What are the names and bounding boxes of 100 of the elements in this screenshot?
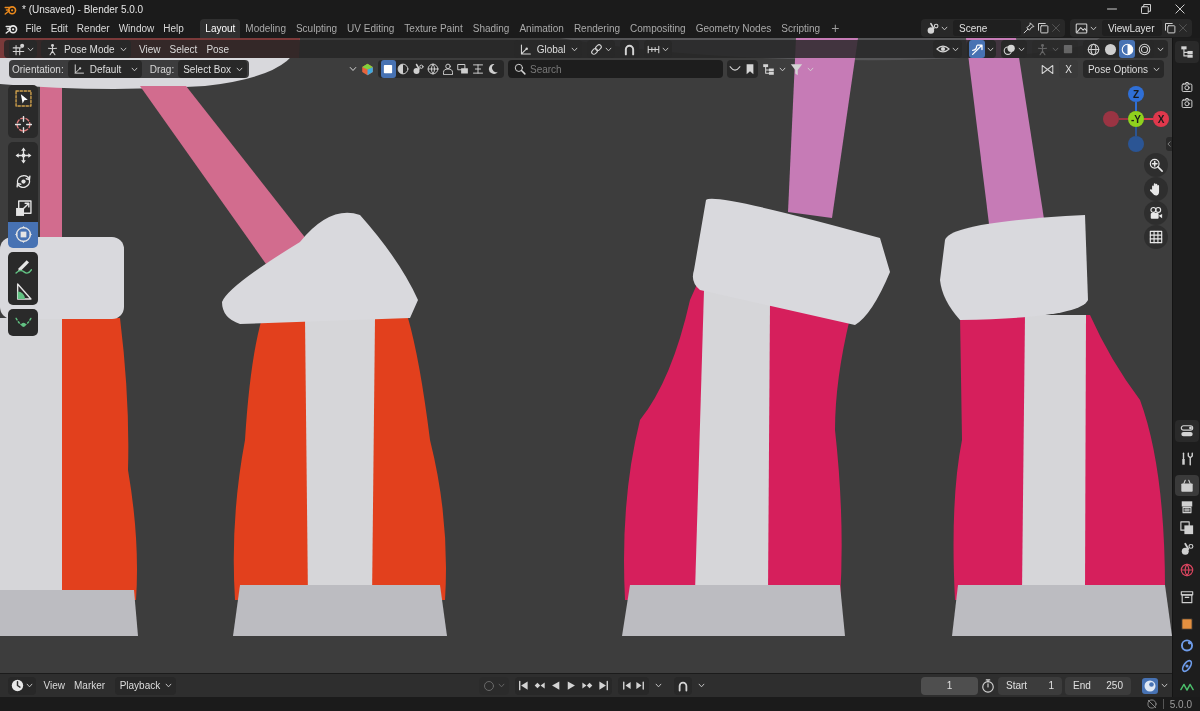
skip-forward-icon[interactable] — [598, 680, 610, 691]
tool-button[interactable] — [8, 309, 38, 336]
grid-icon — [1149, 230, 1163, 244]
shading-button[interactable] — [1119, 40, 1135, 58]
editor-type-button[interactable] — [9, 40, 37, 58]
axis-handle[interactable] — [1128, 126, 1144, 152]
view-layer-name-field[interactable]: ViewLayer — [1102, 20, 1162, 36]
grid-button[interactable] — [1144, 225, 1168, 249]
caret-icon[interactable] — [1157, 45, 1164, 53]
globe-icon — [427, 63, 440, 75]
menu-item[interactable]: Marker — [69, 677, 110, 694]
pan-button[interactable] — [1144, 177, 1168, 201]
caret-icon[interactable] — [1018, 45, 1025, 53]
workspace-tab[interactable]: Scripting — [776, 19, 826, 38]
menu-item[interactable]: Select — [165, 40, 202, 58]
caret-icon[interactable] — [655, 682, 663, 689]
caret-icon — [498, 682, 506, 689]
menu-item[interactable]: Help — [158, 19, 189, 37]
current-frame-field[interactable]: 1 — [921, 676, 978, 695]
tool-button[interactable] — [8, 111, 38, 138]
stopwatch-icon[interactable] — [981, 678, 995, 693]
workspace-tab[interactable]: Sculpting — [290, 19, 343, 38]
workspace-tab[interactable]: Compositing — [625, 19, 691, 38]
restore-icon[interactable] — [1140, 3, 1152, 15]
figure-icon — [1036, 42, 1049, 56]
start-frame-field[interactable]: Start 1 — [998, 676, 1062, 695]
menu-item[interactable]: View — [134, 40, 166, 58]
pose-options-dropdown[interactable]: Pose Options — [1082, 60, 1164, 78]
diamond-back-icon[interactable] — [534, 680, 546, 691]
tree-icon[interactable] — [1179, 45, 1194, 59]
skip-back-icon[interactable] — [518, 680, 530, 691]
snap-button[interactable] — [619, 40, 639, 58]
filter-toggle[interactable] — [380, 60, 396, 78]
menu-item[interactable]: Window — [114, 19, 159, 37]
copy-icon[interactable] — [1037, 22, 1049, 34]
menu-item[interactable]: View — [39, 677, 70, 694]
end-frame-field[interactable]: End 250 — [1065, 676, 1131, 695]
axis-handle[interactable]: -Y — [1128, 111, 1144, 127]
scene-name-field[interactable]: Scene — [953, 20, 1021, 36]
caret-icon[interactable] — [987, 45, 994, 53]
mode-dropdown[interactable]: Pose Mode — [41, 40, 131, 58]
bowtie-icon[interactable] — [1041, 62, 1055, 76]
gizmo-toggle[interactable] — [969, 40, 985, 58]
axis-handle[interactable] — [1103, 111, 1129, 127]
axes-icon — [518, 42, 532, 56]
play-back-icon[interactable] — [550, 680, 562, 691]
tool-button[interactable] — [8, 195, 38, 222]
workspace-tab[interactable]: Modeling — [240, 19, 291, 38]
diamond-forward-icon[interactable] — [582, 680, 594, 691]
play-icon[interactable] — [566, 680, 578, 691]
orientation-dropdown[interactable]: Default — [67, 60, 142, 78]
step-back-icon[interactable] — [621, 680, 633, 691]
caret-icon[interactable] — [348, 65, 357, 73]
camera-icon[interactable] — [1180, 81, 1193, 93]
sidebar-toggle[interactable] — [1166, 137, 1172, 151]
tree-icon[interactable] — [761, 62, 775, 76]
wireframe-sphere-icon — [1086, 42, 1100, 56]
tool-button[interactable] — [8, 252, 38, 279]
tool-button[interactable] — [8, 85, 38, 112]
chevron-left-icon — [1166, 141, 1172, 147]
caret-icon[interactable] — [698, 682, 706, 689]
menu-item[interactable]: Render — [72, 19, 115, 37]
camera-icon[interactable] — [1180, 97, 1193, 109]
image-icon[interactable] — [1075, 21, 1088, 35]
caret-icon[interactable] — [778, 65, 786, 73]
caret-icon[interactable] — [1161, 682, 1168, 689]
menu-item[interactable]: File — [21, 19, 47, 37]
tool-button[interactable] — [8, 221, 38, 248]
caret-icon — [1153, 65, 1160, 73]
close-icon[interactable] — [1174, 3, 1186, 15]
workspace-tab[interactable]: Rendering — [568, 19, 626, 38]
zoom-button[interactable] — [1144, 153, 1168, 177]
copy-icon[interactable] — [1164, 22, 1176, 34]
workspace-tab[interactable]: Shading — [467, 19, 515, 38]
tool-button[interactable] — [8, 278, 38, 305]
editor-type-button[interactable] — [8, 676, 36, 695]
menu-item[interactable]: Edit — [46, 19, 73, 37]
add-workspace-button[interactable]: + — [825, 19, 846, 37]
workspace-tab[interactable]: Animation — [514, 19, 569, 38]
sphere-icon[interactable] — [1142, 677, 1158, 694]
mirror-axis-button[interactable]: X — [1059, 60, 1078, 78]
hexagon-icon[interactable] — [360, 62, 374, 76]
visibility-dropdown[interactable] — [933, 40, 962, 58]
tool-button[interactable] — [8, 142, 38, 169]
step-forward-icon[interactable] — [635, 680, 647, 691]
menu-item[interactable]: Pose — [201, 40, 234, 58]
workspace-tab[interactable]: Geometry Nodes — [690, 19, 777, 38]
caret-icon — [661, 45, 669, 53]
search-field[interactable]: Search — [507, 60, 723, 78]
playback-dropdown[interactable]: Playback — [114, 676, 177, 695]
workspace-tab[interactable]: Layout — [200, 19, 241, 38]
drops-icon[interactable] — [926, 21, 939, 35]
drag-dropdown[interactable]: Select Box — [178, 60, 247, 78]
workspace-tab[interactable]: UV Editing — [342, 19, 400, 38]
toggles-icon[interactable] — [1179, 424, 1194, 438]
properties-tab[interactable] — [1174, 475, 1199, 496]
workspace-tab[interactable]: Texture Paint — [399, 19, 468, 38]
circles-icon[interactable] — [1003, 42, 1016, 56]
pin-icon[interactable] — [1023, 22, 1035, 34]
camera-button[interactable] — [1144, 201, 1168, 225]
